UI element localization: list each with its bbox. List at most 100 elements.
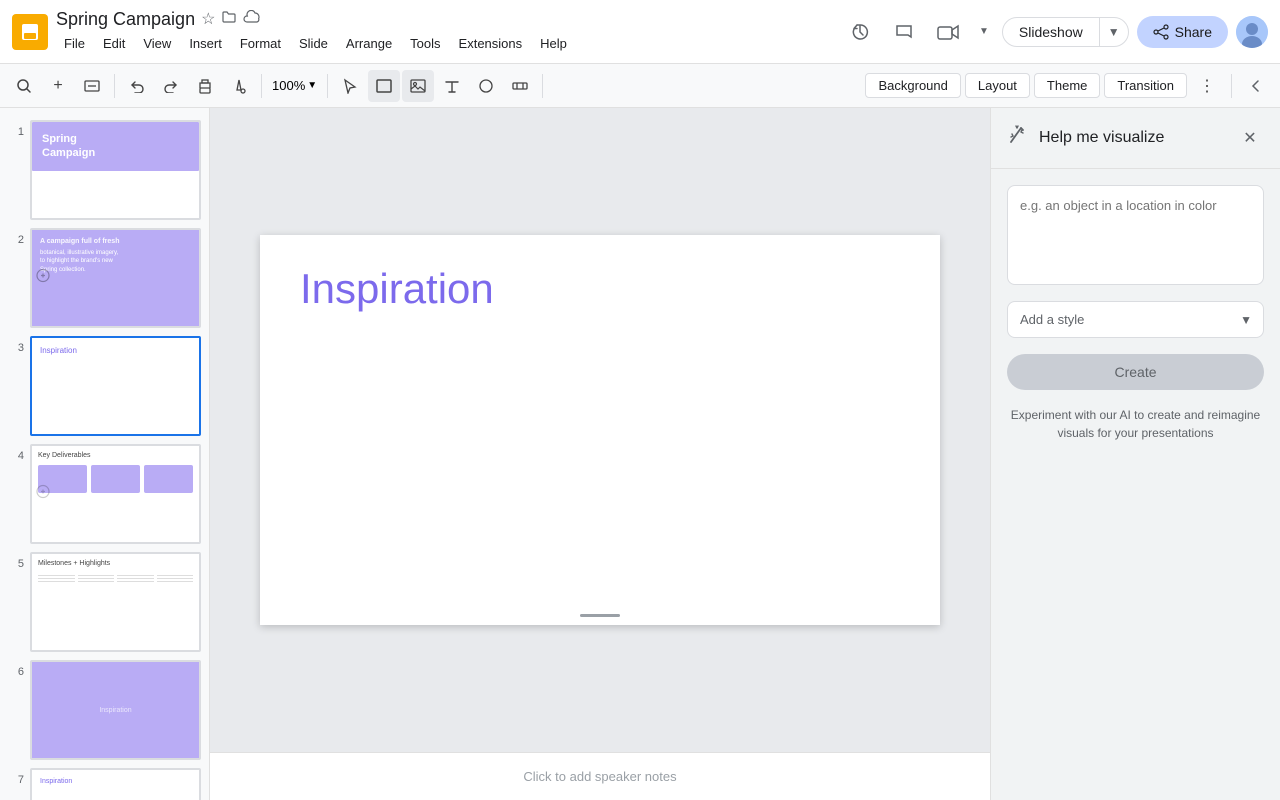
- slide-number: 7: [8, 774, 24, 786]
- style-select[interactable]: Add a style Watercolor Photorealistic Sk…: [1007, 301, 1264, 338]
- cursor-tool[interactable]: [334, 70, 366, 102]
- menu-help[interactable]: Help: [532, 32, 575, 55]
- more-tool[interactable]: [504, 70, 536, 102]
- slide-item[interactable]: 3 Inspiration: [0, 332, 209, 440]
- star-icon[interactable]: ☆: [201, 9, 215, 29]
- canvas-wrapper[interactable]: Inspiration: [210, 108, 990, 752]
- slide-thumbnail[interactable]: A campaign full of fresh botanical, illu…: [30, 228, 201, 328]
- shape-tool[interactable]: [470, 70, 502, 102]
- slideshow-button[interactable]: Slideshow ▼: [1002, 17, 1129, 47]
- image-tool[interactable]: [402, 70, 434, 102]
- menu-file[interactable]: File: [56, 32, 93, 55]
- visualize-input[interactable]: [1007, 185, 1264, 285]
- toolbar: + 100% ▼: [0, 64, 1280, 108]
- separator: [114, 74, 115, 98]
- slide-number: 1: [8, 126, 24, 138]
- zoom-control[interactable]: 100% ▼: [268, 78, 321, 93]
- theme-btn[interactable]: Theme: [1034, 73, 1100, 98]
- zoom-value[interactable]: 100%: [272, 78, 305, 93]
- slide-item[interactable]: 1 SpringCampaign: [0, 116, 209, 224]
- title-section: Spring Campaign ☆ File Edit View Insert …: [56, 9, 834, 55]
- deliverable-box: [144, 465, 193, 493]
- zoom-dropdown-arrow[interactable]: ▼: [307, 80, 317, 91]
- zoom-in-tool[interactable]: +: [42, 70, 74, 102]
- camera-dropdown[interactable]: ▼: [974, 14, 994, 50]
- paint-tool[interactable]: [223, 70, 255, 102]
- separator5: [1231, 74, 1232, 98]
- undo-tool[interactable]: [121, 70, 153, 102]
- transition-btn[interactable]: Transition: [1104, 73, 1187, 98]
- slide-item[interactable]: 5 Milestones + Highlights: [0, 548, 209, 656]
- folder-icon[interactable]: [221, 9, 237, 30]
- notes-bar[interactable]: Click to add speaker notes: [210, 752, 990, 800]
- style-select-wrapper: Add a style Watercolor Photorealistic Sk…: [1007, 301, 1264, 338]
- slide-number: 6: [8, 666, 24, 678]
- redo-tool[interactable]: [155, 70, 187, 102]
- timeline-line: [78, 581, 115, 582]
- frame-tool[interactable]: [368, 70, 400, 102]
- menu-view[interactable]: View: [135, 32, 179, 55]
- slide-number: 5: [8, 558, 24, 570]
- slide1-title: SpringCampaign: [42, 132, 189, 161]
- history-icon[interactable]: [842, 14, 878, 50]
- slide-thumbnail[interactable]: Inspiration: [30, 768, 201, 800]
- slide-thumbnail[interactable]: Key Deliverables: [30, 444, 201, 544]
- page-indicator: [580, 614, 620, 617]
- comment-icon[interactable]: [886, 14, 922, 50]
- notes-placeholder[interactable]: Click to add speaker notes: [523, 769, 676, 784]
- slide-item[interactable]: 6 Inspiration: [0, 656, 209, 764]
- link-icon: [36, 269, 50, 288]
- user-avatar[interactable]: [1236, 16, 1268, 48]
- menu-extensions[interactable]: Extensions: [451, 32, 531, 55]
- doc-title[interactable]: Spring Campaign: [56, 9, 195, 30]
- menu-arrange[interactable]: Arrange: [338, 32, 400, 55]
- menu-bar: File Edit View Insert Format Slide Arran…: [56, 32, 834, 55]
- slide-thumbnail[interactable]: Milestones + Highlights: [30, 552, 201, 652]
- background-btn[interactable]: Background: [865, 73, 960, 98]
- slideshow-label[interactable]: Slideshow: [1003, 18, 1100, 46]
- slide-thumbnail[interactable]: Inspiration: [30, 660, 201, 760]
- panel-close-button[interactable]: ✕: [1236, 124, 1264, 152]
- slideshow-dropdown-arrow[interactable]: ▼: [1100, 19, 1128, 45]
- right-panel: Help me visualize ✕ Add a style Watercol…: [990, 108, 1280, 800]
- create-button[interactable]: Create: [1007, 354, 1264, 390]
- slide-number: 4: [8, 450, 24, 462]
- share-button[interactable]: Share: [1137, 16, 1228, 48]
- slide-number: 3: [8, 342, 24, 354]
- timeline-line: [157, 578, 194, 579]
- magic-wand-icon: [1007, 124, 1029, 152]
- timeline-line: [38, 578, 75, 579]
- separator4: [542, 74, 543, 98]
- slide-thumbnail[interactable]: SpringCampaign: [30, 120, 201, 220]
- slide-thumbnail-selected[interactable]: Inspiration: [30, 336, 201, 436]
- slide-item[interactable]: 7 Inspiration: [0, 764, 209, 800]
- top-right: ▼ Slideshow ▼ Share: [842, 14, 1268, 50]
- slide5-title: Milestones + Highlights: [38, 560, 193, 567]
- search-tool[interactable]: [8, 70, 40, 102]
- print-tool[interactable]: [189, 70, 221, 102]
- slide-title[interactable]: Inspiration: [300, 265, 494, 313]
- top-bar: Spring Campaign ☆ File Edit View Insert …: [0, 0, 1280, 64]
- link-icon: [36, 485, 50, 504]
- slide4-title: Key Deliverables: [38, 452, 193, 459]
- menu-tools[interactable]: Tools: [402, 32, 448, 55]
- more-options-btn[interactable]: ⋮: [1191, 70, 1223, 102]
- separator2: [261, 74, 262, 98]
- cloud-icon: [243, 10, 261, 29]
- menu-edit[interactable]: Edit: [95, 32, 133, 55]
- panel-title: Help me visualize: [1039, 129, 1236, 147]
- menu-slide[interactable]: Slide: [291, 32, 336, 55]
- slide-number: 2: [8, 234, 24, 246]
- slide-item[interactable]: 4 Key Deliverables: [0, 440, 209, 548]
- camera-icon[interactable]: [930, 14, 966, 50]
- toolbar-right: Background Layout Theme Transition ⋮: [865, 70, 1272, 102]
- slide-canvas[interactable]: Inspiration: [260, 235, 940, 625]
- slide2-text: botanical, illustrative imagery,to highl…: [40, 249, 191, 274]
- fit-tool[interactable]: [76, 70, 108, 102]
- menu-insert[interactable]: Insert: [181, 32, 230, 55]
- menu-format[interactable]: Format: [232, 32, 289, 55]
- slide-item[interactable]: 2 A campaign full of fresh botanical, il…: [0, 224, 209, 332]
- collapse-panel-btn[interactable]: [1240, 70, 1272, 102]
- layout-btn[interactable]: Layout: [965, 73, 1030, 98]
- text-tool[interactable]: [436, 70, 468, 102]
